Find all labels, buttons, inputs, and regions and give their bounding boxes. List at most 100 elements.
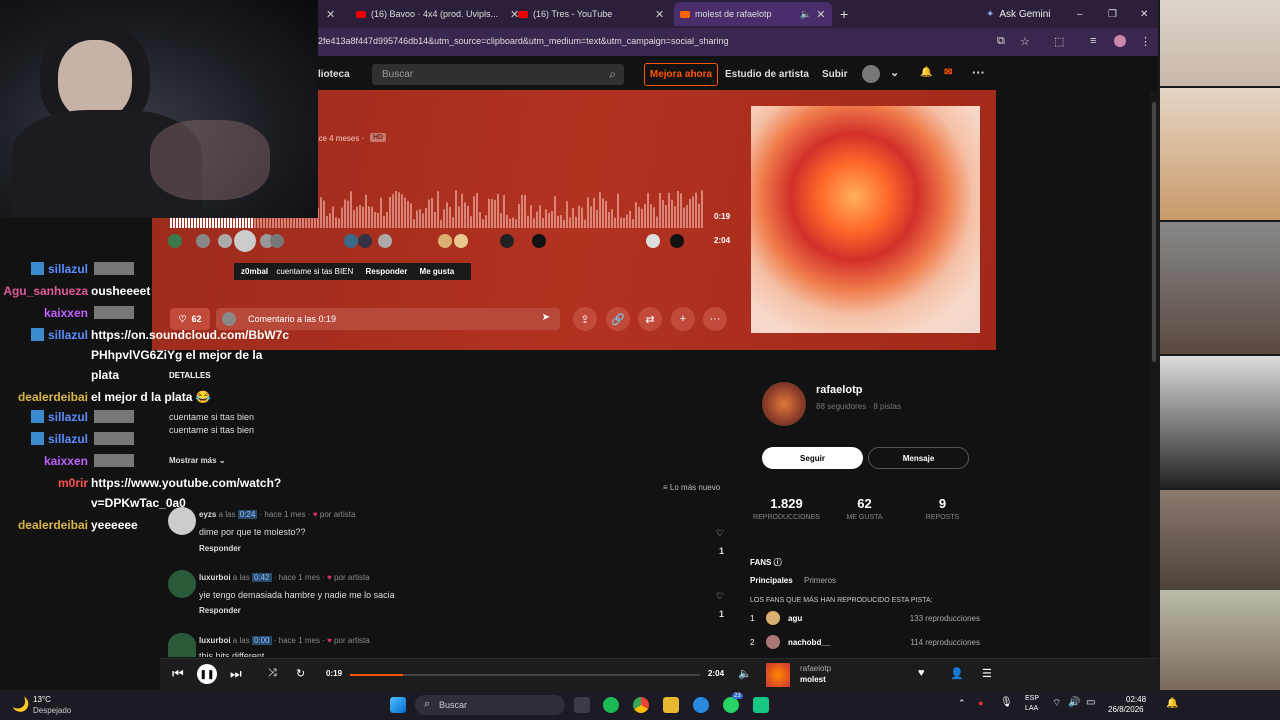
volume-icon[interactable]: 🔊 — [1068, 697, 1080, 708]
chat-username[interactable]: sillazul — [48, 410, 88, 424]
chevron-up-icon[interactable]: ⌃ — [958, 698, 966, 709]
comment-avatar[interactable] — [168, 234, 182, 248]
sort-button[interactable]: ≡ Lo más nuevo — [663, 483, 720, 492]
comment-user[interactable]: luxurboi — [199, 636, 231, 645]
mic-icon[interactable]: 🎙 — [1000, 697, 1013, 708]
tray-icon[interactable]: ● — [978, 698, 983, 708]
speaker-icon[interactable]: 🔈 — [800, 9, 811, 20]
search-icon[interactable]: ⌕ — [609, 67, 616, 82]
edge-icon[interactable] — [693, 697, 709, 713]
comment-avatar[interactable] — [270, 234, 284, 248]
app-icon[interactable] — [753, 697, 769, 713]
minimize-button[interactable]: – — [1077, 4, 1083, 24]
lang-code[interactable]: ESP — [1025, 695, 1039, 702]
upgrade-button[interactable]: Mejora ahora — [644, 63, 718, 86]
heart-icon[interactable]: ♡ — [716, 591, 724, 602]
comment-avatar[interactable] — [646, 234, 660, 248]
shuffle-icon[interactable]: ⤨ — [268, 667, 277, 680]
like-link[interactable]: Me gusta — [420, 267, 455, 276]
chat-username[interactable]: sillazul — [48, 262, 88, 276]
clock-date[interactable]: 26/8/2026 — [1108, 705, 1144, 714]
tab-primeros[interactable]: Primeros — [804, 576, 836, 585]
comment-input[interactable]: Comentario a las 0:19 ➤ — [216, 308, 560, 330]
windows-start-icon[interactable] — [390, 697, 406, 713]
follow-user-icon[interactable]: 👤 — [950, 667, 964, 680]
chrome-icon[interactable] — [633, 697, 649, 713]
chat-username[interactable]: sillazul — [48, 328, 88, 342]
nav-library[interactable]: lioteca — [318, 69, 350, 80]
fan-row[interactable]: 1 agu 133 reproducciones — [750, 611, 980, 625]
add-to-playlist-icon[interactable]: + — [671, 307, 695, 331]
comment-avatar-active[interactable] — [234, 230, 256, 252]
comment-user[interactable]: luxurboi — [199, 573, 231, 582]
heart-icon[interactable]: ♡ — [716, 528, 724, 539]
heart-icon[interactable]: ♥ — [918, 667, 925, 679]
info-icon[interactable]: ⓘ — [774, 558, 782, 567]
chat-username[interactable]: dealerdeibai — [18, 518, 88, 532]
lang-layout[interactable]: LAA — [1025, 705, 1038, 712]
bookmark-star-icon[interactable]: ☆ — [1020, 35, 1030, 48]
comment-timestamp[interactable]: 0:24 — [237, 510, 258, 519]
comment-avatar[interactable] — [500, 234, 514, 248]
scrollbar[interactable] — [1150, 92, 1158, 658]
comment-avatar[interactable] — [438, 234, 452, 248]
spotify-icon[interactable] — [603, 697, 619, 713]
comment-avatar[interactable] — [344, 234, 358, 248]
fan-row[interactable]: 2 nachobd__ 114 reproducciones — [750, 635, 980, 649]
wifi-icon[interactable]: ⌔ — [1052, 697, 1061, 710]
comment-timestamp[interactable]: 0:00 — [251, 636, 272, 645]
pause-icon[interactable]: ❚❚ — [197, 664, 217, 684]
next-icon[interactable]: ⏭ — [230, 666, 242, 682]
weather-temp[interactable]: 13°C — [33, 695, 51, 704]
reply-button[interactable]: Responder — [199, 544, 241, 553]
url-text[interactable]: 2fe413a8f447d995746db14&utm_source=clipb… — [318, 36, 729, 46]
menu-icon[interactable]: ⋮ — [1140, 35, 1151, 48]
follow-button[interactable]: Seguir — [762, 447, 863, 469]
repeat-icon[interactable]: ↻ — [296, 667, 305, 680]
progress-track[interactable] — [350, 674, 700, 676]
bell-icon[interactable]: 🔔 — [920, 67, 932, 78]
avatar[interactable] — [168, 570, 196, 598]
tab-close-icon[interactable]: ✕ — [326, 4, 335, 24]
comment-avatar[interactable] — [670, 234, 684, 248]
profile-avatar[interactable] — [1114, 35, 1126, 47]
file-explorer-icon[interactable] — [663, 697, 679, 713]
player-artwork[interactable] — [766, 663, 790, 687]
comment-avatar[interactable] — [378, 234, 392, 248]
chat-username[interactable]: kaixxen — [44, 454, 88, 468]
queue-icon[interactable]: ☰ — [982, 667, 992, 680]
previous-icon[interactable]: ⏮ — [172, 666, 184, 682]
link-icon[interactable]: 🔗 — [606, 307, 630, 331]
player-title[interactable]: molest — [800, 675, 826, 684]
show-more-button[interactable]: Mostrar más ⌄ — [169, 456, 226, 465]
clock-time[interactable]: 02:48 — [1126, 695, 1146, 704]
reply-button[interactable]: Responder — [199, 606, 241, 615]
extensions-icon[interactable]: ⬚ — [1054, 35, 1064, 48]
artist-avatar[interactable] — [762, 382, 806, 426]
comment-avatar[interactable] — [358, 234, 372, 248]
tab-principales[interactable]: Principales — [750, 576, 793, 585]
comment-avatar[interactable] — [196, 234, 210, 248]
volume-icon[interactable]: 🔈 — [738, 667, 752, 680]
scrollbar-thumb[interactable] — [1152, 102, 1156, 362]
comment-avatar[interactable] — [532, 234, 546, 248]
comment-avatar[interactable] — [454, 234, 468, 248]
repost-icon[interactable]: ⇄ — [638, 307, 662, 331]
maximize-button[interactable]: ❐ — [1108, 4, 1117, 24]
tab-bavoo[interactable]: (16) Bavoo · 4x4 (prod. Uvipls... — [356, 4, 506, 24]
task-view-icon[interactable] — [574, 697, 590, 713]
share-icon[interactable]: ⇪ — [573, 307, 597, 331]
taskbar-search[interactable]: ⌕ Buscar — [415, 695, 565, 715]
search-input[interactable]: Buscar ⌕ — [372, 64, 624, 85]
comment-user[interactable]: eyzs — [199, 510, 216, 519]
install-icon[interactable]: ⧉ — [997, 35, 1005, 48]
chat-username[interactable]: Agu_sanhueza — [3, 284, 88, 298]
media-icon[interactable]: ≡ — [1090, 35, 1096, 47]
comment-user[interactable]: z0mbal — [241, 267, 268, 276]
more-icon[interactable]: ··· — [703, 307, 727, 331]
avatar[interactable] — [168, 507, 196, 535]
battery-icon[interactable]: ▭ — [1086, 697, 1095, 708]
ask-gemini-button[interactable]: ✦ Ask Gemini — [986, 4, 1051, 24]
comment-timestamp[interactable]: 0:42 — [251, 573, 272, 582]
artist-name[interactable]: rafaelotp — [816, 384, 862, 396]
